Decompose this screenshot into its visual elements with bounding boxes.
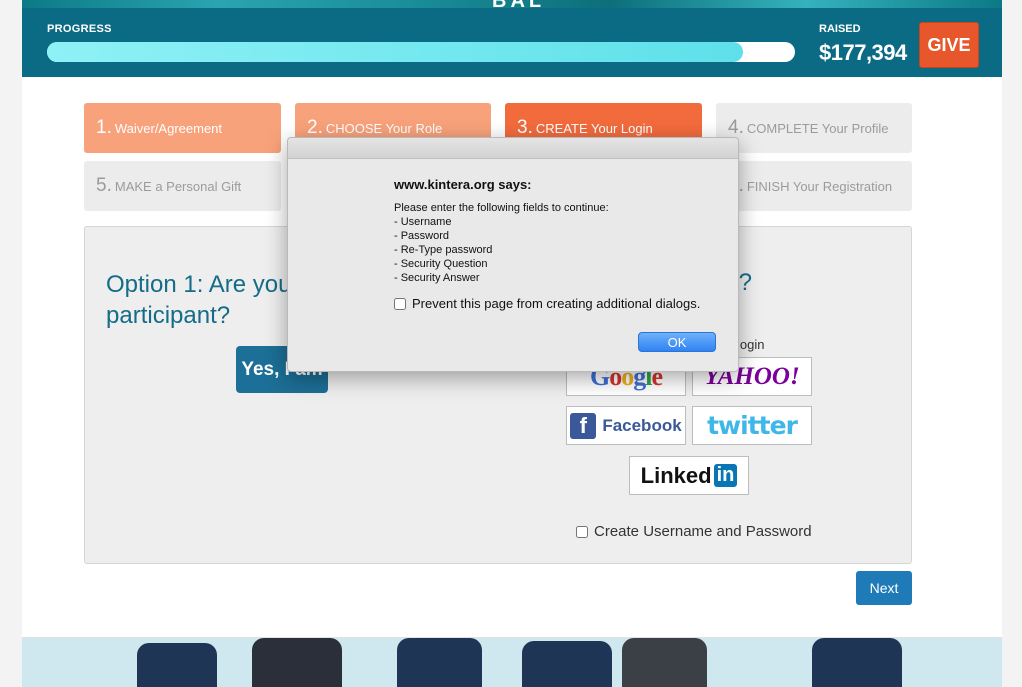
raised-label: RAISED <box>819 23 861 35</box>
next-button[interactable]: Next <box>856 571 912 605</box>
step-number: 4. <box>728 117 744 138</box>
alert-dialog: www.kintera.org says: Please enter the f… <box>287 137 739 372</box>
dialog-message-line: Please enter the following fields to con… <box>394 202 609 214</box>
prevent-dialogs-checkbox[interactable] <box>394 297 406 310</box>
step-label: CREATE Your Login <box>535 120 653 136</box>
step-finish-registration[interactable]: 8. FINISH Your Registration <box>716 161 912 211</box>
ok-button[interactable]: OK <box>638 332 716 352</box>
twitter-logo: twitter <box>707 411 798 440</box>
step-number: 3. <box>517 117 533 138</box>
figure-shape <box>397 638 482 687</box>
dialog-message-line: - Re-Type password <box>394 244 493 256</box>
linkedin-logo-text: Linked <box>640 462 712 488</box>
figure-shape <box>137 643 217 687</box>
figure-shape <box>522 641 612 687</box>
page-gutter-right <box>1002 0 1022 687</box>
step-label: COMPLETE Your Profile <box>746 120 889 136</box>
dialog-message-line: - Username <box>394 216 452 228</box>
step-personal-gift[interactable]: 5. MAKE a Personal Gift <box>84 161 281 211</box>
dialog-message-line: - Security Answer <box>394 272 480 284</box>
figure-shape <box>622 638 707 687</box>
twitter-login-button[interactable]: twitter <box>692 406 812 445</box>
step-number: 2. <box>307 117 323 138</box>
facebook-label: Facebook <box>602 415 682 435</box>
step-number: 5. <box>96 175 112 196</box>
create-credentials-checkbox[interactable] <box>576 525 588 538</box>
give-button[interactable]: GIVE <box>919 22 979 68</box>
step-number: 1. <box>96 117 112 138</box>
progress-bar <box>47 42 795 62</box>
linkedin-login-button[interactable]: Linked in <box>629 456 749 495</box>
hero-banner-strip: BAL <box>22 0 1002 12</box>
step-label: Waiver/Agreement <box>114 120 223 136</box>
dialog-titlebar <box>288 138 738 159</box>
progress-label: PROGRESS <box>47 23 112 35</box>
banner-logo: BAL <box>492 0 546 12</box>
facebook-icon: f <box>570 412 597 439</box>
social-login-label: login <box>737 337 765 352</box>
prevent-dialogs-row: Prevent this page from creating addition… <box>394 296 700 311</box>
dialog-message-line: - Password <box>394 230 450 242</box>
dialog-message: Please enter the following fields to con… <box>394 201 609 285</box>
dialog-title: www.kintera.org says: <box>394 177 532 192</box>
prevent-dialogs-label: Prevent this page from creating addition… <box>412 296 701 311</box>
step-label: FINISH Your Registration <box>746 178 893 194</box>
linkedin-logo: Linked in <box>641 463 738 489</box>
progress-fill <box>47 42 743 62</box>
dialog-message-line: - Security Question <box>394 258 488 270</box>
raised-amount: $177,394 <box>819 40 907 65</box>
step-label: CHOOSE Your Role <box>325 120 443 136</box>
step-label: MAKE a Personal Gift <box>114 178 242 194</box>
figure-shape <box>252 638 342 687</box>
progress-header: PROGRESS RAISED $177,394 GIVE <box>22 8 1002 77</box>
page-gutter-left <box>0 0 22 687</box>
facebook-login-button[interactable]: f Facebook <box>566 406 686 445</box>
step-complete-profile[interactable]: 4. COMPLETE Your Profile <box>716 103 912 153</box>
linkedin-in-icon: in <box>713 464 738 487</box>
create-credentials-label: Create Username and Password <box>594 523 812 540</box>
step-waiver[interactable]: 1. Waiver/Agreement <box>84 103 281 153</box>
figure-shape <box>812 638 902 687</box>
create-credentials-row: Create Username and Password <box>576 523 812 540</box>
footer-illustration <box>22 638 1002 687</box>
